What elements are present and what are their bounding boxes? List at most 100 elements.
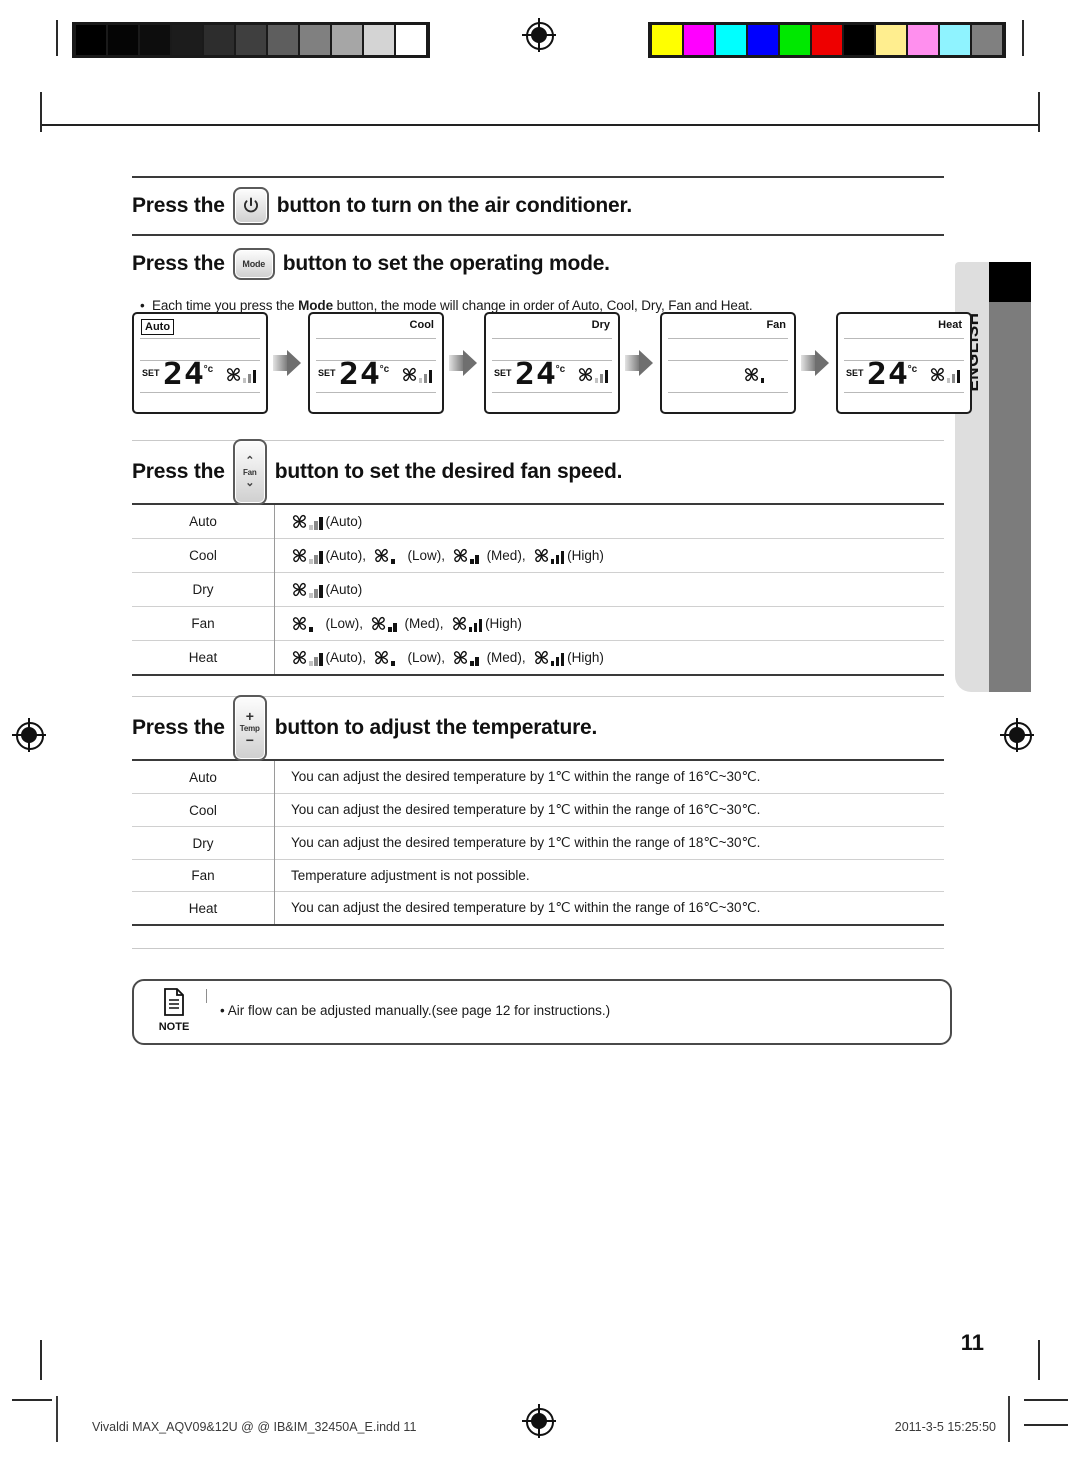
lcd-display-fan: Fan: [660, 312, 796, 414]
temp-table-mode-cell: Auto: [132, 760, 275, 794]
table-row: Heat You can adjust the desired temperatu…: [132, 891, 944, 925]
lcd-temperature-unit: °c: [555, 364, 566, 375]
fan-level-bar: [319, 653, 323, 666]
sequence-arrow-icon: [625, 350, 655, 376]
fan-level-bar: [319, 551, 323, 564]
crop-mark-left: [56, 20, 58, 56]
fan-level-bar: [475, 657, 479, 666]
fan-option-separator: ,: [441, 548, 446, 563]
fan-blades-icon: [292, 582, 307, 597]
registration-target-icon: [522, 18, 556, 52]
lcd-set-label: SET: [142, 368, 160, 378]
fan-level-bars: [946, 369, 960, 384]
color-calibration-patches: [648, 22, 1006, 58]
lcd-separator-line: [668, 338, 788, 339]
color-patch: [972, 25, 1002, 55]
fan-level-bars: [309, 550, 323, 564]
fan-level-bar: [428, 370, 432, 384]
fan-table-options-cell: (Auto): [275, 573, 945, 607]
fan-option-separator: ,: [521, 548, 526, 563]
fan-option: (Auto): [291, 581, 362, 598]
fan-level-bar: [480, 653, 484, 666]
lcd-temperature-unit: °c: [907, 364, 918, 375]
fan-option-label: (Low): [407, 548, 442, 563]
fan-speed-icon: [373, 649, 405, 666]
lcd-display-heat: Heat SET 24 °c: [836, 312, 972, 414]
color-patch: [844, 25, 874, 55]
grayscale-patch: [140, 25, 170, 55]
lcd-set-label: SET: [494, 368, 512, 378]
fan-level-bar: [247, 374, 251, 384]
fan-level-bar: [314, 657, 318, 666]
fan-level-bar: [391, 661, 395, 666]
mode-button[interactable]: Mode: [232, 248, 275, 280]
table-row: Cool (Auto), (Low), (Med), (High): [132, 538, 944, 573]
fan-option: (Med): [452, 547, 522, 564]
grayscale-patch: [268, 25, 298, 55]
fan-level-bars: [760, 369, 775, 384]
lcd-mode-label: Auto: [141, 319, 175, 335]
sequence-arrow-icon: [273, 350, 303, 376]
registration-target-right-icon: [1000, 718, 1034, 752]
temp-button[interactable]: + Temp −: [232, 695, 267, 761]
fan-table-mode-cell: Dry: [132, 572, 275, 607]
note-text: • Air flow can be adjusted manually.(see…: [220, 1003, 611, 1018]
power-button[interactable]: [232, 187, 269, 225]
fan-option-label: (High): [567, 650, 604, 665]
temp-table-description-cell: You can adjust the desired temperature b…: [291, 900, 761, 915]
fan-speed-icon: [929, 366, 960, 384]
fan-option: (Low): [373, 547, 441, 564]
fan-option-separator: ,: [439, 616, 444, 631]
lcd-separator-line: [668, 392, 788, 393]
fan-level-bar: [314, 623, 318, 632]
fan-option-label: (Auto): [325, 514, 363, 529]
color-patch: [652, 25, 682, 55]
fan-level-bars: [309, 618, 323, 632]
grayscale-patch: [300, 25, 330, 55]
heading-fan: Press the ⌃ Fan ⌄ button to set the desi…: [132, 439, 944, 505]
fan-blades-icon: [452, 616, 466, 631]
fan-level-bar: [550, 661, 555, 666]
heading-power: Press the button to turn on the air cond…: [132, 178, 944, 234]
fan-level-bar: [314, 589, 318, 598]
bullet-dot: •: [140, 298, 152, 313]
fan-level-bar: [309, 661, 313, 666]
fan-level-bar: [396, 657, 400, 666]
fan-blades-icon: [371, 616, 386, 631]
fan-option-label: (Auto): [325, 548, 363, 563]
fan-button[interactable]: ⌃ Fan ⌄: [232, 439, 267, 505]
fan-level-bar: [418, 378, 422, 384]
grayscale-calibration-patches: [72, 22, 430, 58]
crop-mark-topright-v: [1038, 92, 1040, 132]
fan-level-bar: [319, 619, 323, 632]
fan-level-bar: [771, 370, 775, 383]
fan-level-bar: [401, 551, 405, 564]
lcd-temperature-value: 24: [338, 357, 381, 392]
mode-bullet-pre: Each time you press the: [151, 298, 299, 313]
lcd-set-temperature-group: SET 24 °c: [142, 360, 213, 390]
fan-blades-icon: [744, 368, 758, 382]
fan-speed-icon: [401, 366, 432, 384]
section-rule-temp-bottom: [132, 948, 944, 949]
fan-speed-icon: [451, 615, 483, 632]
lcd-separator-line: [668, 360, 788, 361]
fan-option-label: (Med): [404, 616, 440, 631]
fan-table-options-cell: (Auto): [275, 504, 945, 539]
table-row: Dry (Auto): [132, 572, 945, 607]
registration-target-left-icon: [12, 718, 46, 752]
color-patch: [812, 25, 842, 55]
fan-level-bar: [314, 521, 318, 530]
fan-table-mode-cell: Fan: [132, 606, 275, 641]
chevron-up-icon: ⌃: [245, 454, 255, 467]
fan-blades-icon: [292, 650, 307, 665]
fan-level-bar: [319, 585, 323, 598]
lcd-separator-line: [492, 392, 612, 393]
fan-option-label: (Med): [486, 548, 522, 563]
heading-power-prefix: Press the: [132, 194, 225, 217]
lcd-temperature-unit: °c: [379, 364, 390, 375]
fan-speed-icon: [225, 366, 256, 384]
crop-mark-right: [1022, 20, 1024, 56]
document-note-icon: [164, 988, 184, 1016]
fan-option-label: (Auto): [325, 582, 363, 597]
fan-level-bar: [951, 374, 955, 384]
